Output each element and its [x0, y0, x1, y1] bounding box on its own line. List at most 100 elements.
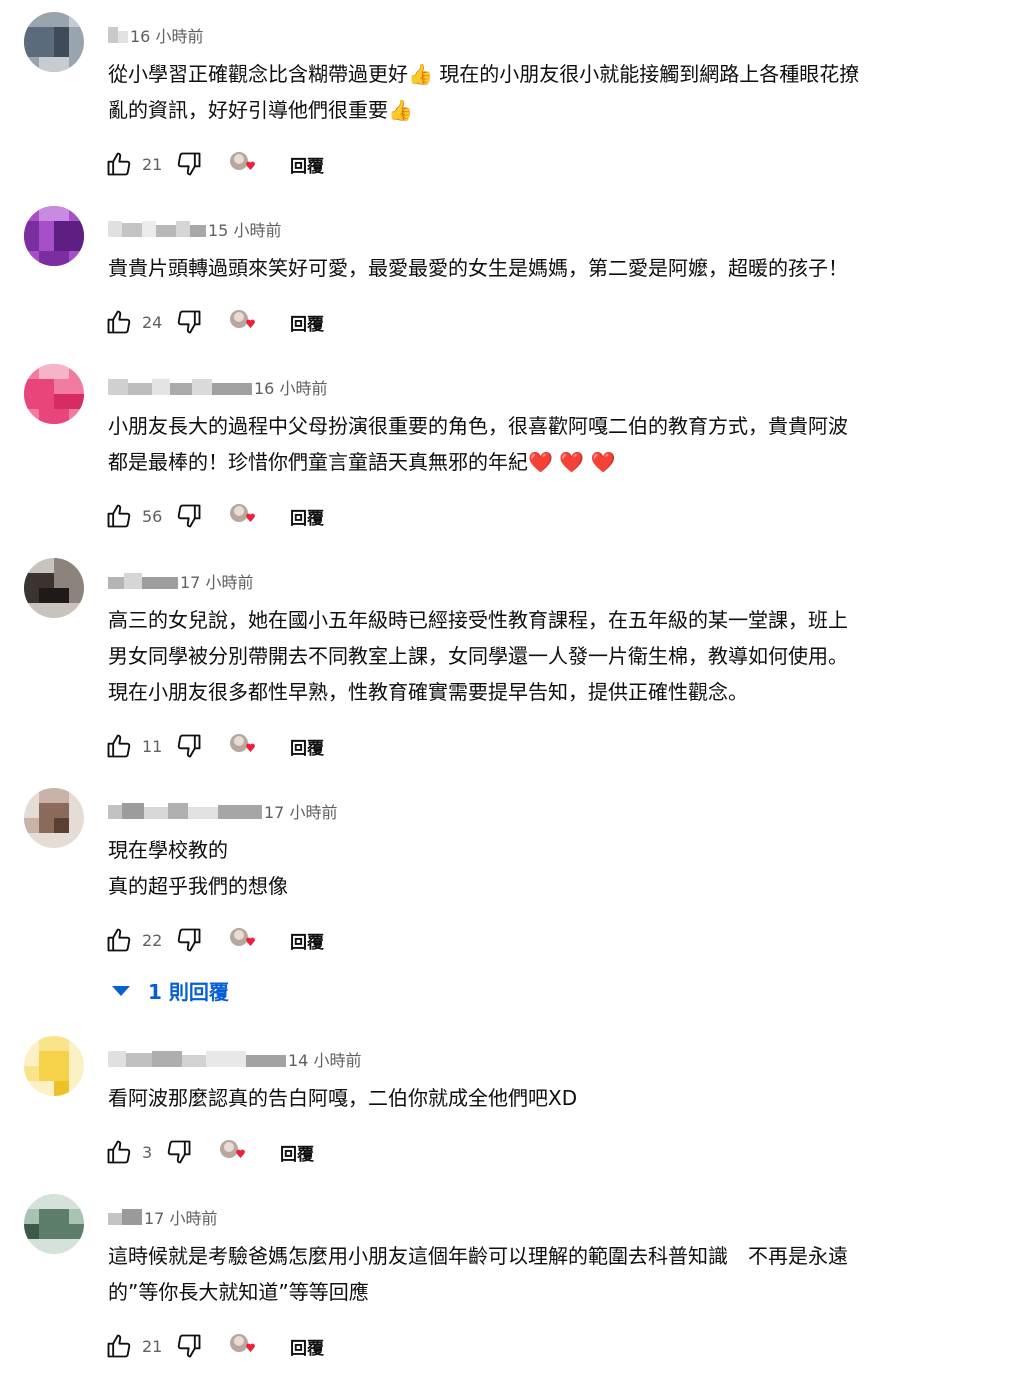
like-count: 21: [142, 1336, 163, 1356]
comment-timestamp[interactable]: 14 小時前: [288, 1047, 361, 1071]
avatar-image: [24, 558, 84, 618]
like-button[interactable]: [104, 731, 134, 761]
comment-line: 看阿波那麼認真的告白阿嘎，二伯你就成全他們吧XD: [108, 1086, 578, 1110]
comment-timestamp[interactable]: 15 小時前: [208, 217, 281, 241]
view-replies-button[interactable]: 1 則回覆: [112, 976, 229, 1005]
comment-timestamp[interactable]: 16 小時前: [130, 23, 203, 47]
thumbs-down-icon: [177, 504, 201, 528]
like-button[interactable]: [104, 149, 134, 179]
comment-header: 14 小時前: [108, 1044, 361, 1074]
creator-heart-icon: [228, 925, 260, 955]
avatar-image: [24, 1194, 84, 1254]
avatar[interactable]: [24, 206, 84, 266]
thumbs-down-icon: [177, 928, 201, 952]
thumbs-up-icon: [107, 310, 131, 334]
reply-button[interactable]: 回覆: [290, 310, 324, 335]
like-button[interactable]: [104, 307, 134, 337]
dislike-button[interactable]: [174, 731, 204, 761]
avatar-image: [24, 206, 84, 266]
comment-line: 的”等你長大就知道”等等回應: [108, 1280, 369, 1304]
reply-button[interactable]: 回覆: [290, 152, 324, 177]
reply-button[interactable]: 回覆: [290, 928, 324, 953]
comment-line: 現在小朋友很多都性早熟，性教育確實需要提早告知，提供正確性觀念。: [108, 680, 748, 704]
comment-line: 這時候就是考驗爸媽怎麼用小朋友這個年齡可以理解的範圍去科普知識 不再是永遠: [108, 1244, 848, 1268]
comment-line: 貴貴片頭轉過頭來笑好可愛，最愛最愛的女生是媽媽，第二愛是阿嬤，超暖的孩子！: [108, 256, 848, 280]
reply-button[interactable]: 回覆: [290, 504, 324, 529]
like-count: 3: [142, 1142, 153, 1162]
author-name-blurred[interactable]: [108, 221, 206, 237]
comment-line: 亂的資訊，好好引導他們很重要👍: [108, 98, 413, 122]
creator-heart-icon: [228, 501, 260, 531]
like-count: 22: [142, 930, 163, 950]
avatar[interactable]: [24, 1194, 84, 1254]
thumbs-up-icon: [107, 504, 131, 528]
thumbs-up-icon: [107, 1140, 131, 1164]
comment-line: 高三的女兒說，她在國小五年級時已經接受性教育課程，在五年級的某一堂課，班上: [108, 608, 848, 632]
chevron-down-icon: [112, 985, 130, 996]
creator-heart-icon: [228, 149, 260, 179]
thumbs-down-icon: [167, 1140, 191, 1164]
comment-line: 現在學校教的: [108, 838, 228, 862]
creator-heart-icon: [228, 731, 260, 761]
author-name-blurred[interactable]: [108, 803, 262, 819]
comment-header: 15 小時前: [108, 214, 281, 244]
comment-text: 從小學習正確觀念比含糊帶過更好👍 現在的小朋友很小就能接觸到網路上各種眼花撩 亂…: [108, 56, 948, 128]
author-name-blurred[interactable]: [108, 1051, 286, 1067]
avatar-image: [24, 12, 84, 72]
reply-button[interactable]: 回覆: [280, 1140, 314, 1165]
thumbs-up-icon: [107, 152, 131, 176]
dislike-button[interactable]: [174, 307, 204, 337]
replies-count-label: 1 則回覆: [148, 980, 229, 1004]
like-button[interactable]: [104, 925, 134, 955]
comment-actions: 3 回覆: [104, 1134, 314, 1170]
avatar-image: [24, 788, 84, 848]
avatar[interactable]: [24, 558, 84, 618]
avatar-image: [24, 1036, 84, 1096]
comment-line: 從小學習正確觀念比含糊帶過更好👍 現在的小朋友很小就能接觸到網路上各種眼花撩: [108, 62, 860, 86]
thumbs-down-icon: [177, 1334, 201, 1358]
author-name-blurred[interactable]: [108, 27, 128, 43]
comment-actions: 56 回覆: [104, 498, 324, 534]
comment-text: 小朋友長大的過程中父母扮演很重要的角色，很喜歡阿嘎二伯的教育方式，貴貴阿波 都是…: [108, 408, 948, 480]
dislike-button[interactable]: [164, 1137, 194, 1167]
dislike-button[interactable]: [174, 1331, 204, 1361]
like-button[interactable]: [104, 501, 134, 531]
thumbs-down-icon: [177, 152, 201, 176]
comment-line: 小朋友長大的過程中父母扮演很重要的角色，很喜歡阿嘎二伯的教育方式，貴貴阿波: [108, 414, 848, 438]
thumbs-down-icon: [177, 734, 201, 758]
creator-heart-icon: [218, 1137, 250, 1167]
comment-line: 男女同學被分別帶開去不同教室上課，女同學還一人發一片衛生棉，教導如何使用。: [108, 644, 848, 668]
dislike-button[interactable]: [174, 501, 204, 531]
comment-header: 16 小時前: [108, 372, 327, 402]
author-name-blurred[interactable]: [108, 1209, 142, 1225]
like-count: 24: [142, 312, 163, 332]
like-button[interactable]: [104, 1137, 134, 1167]
comment-text: 現在學校教的 真的超乎我們的想像: [108, 832, 948, 904]
comment-actions: 21 回覆: [104, 1328, 324, 1364]
comment-header: 17 小時前: [108, 1202, 217, 1232]
like-count: 56: [142, 506, 163, 526]
reply-button[interactable]: 回覆: [290, 1334, 324, 1359]
comment-timestamp[interactable]: 17 小時前: [180, 569, 253, 593]
dislike-button[interactable]: [174, 149, 204, 179]
comment-header: 17 小時前: [108, 566, 253, 596]
reply-button[interactable]: 回覆: [290, 734, 324, 759]
creator-heart-icon: [228, 307, 260, 337]
avatar[interactable]: [24, 788, 84, 848]
author-name-blurred[interactable]: [108, 573, 178, 589]
like-count: 21: [142, 154, 163, 174]
comment-timestamp[interactable]: 17 小時前: [264, 799, 337, 823]
avatar[interactable]: [24, 364, 84, 424]
dislike-button[interactable]: [174, 925, 204, 955]
author-name-blurred[interactable]: [108, 379, 252, 395]
comment-header: 17 小時前: [108, 796, 337, 826]
like-button[interactable]: [104, 1331, 134, 1361]
avatar[interactable]: [24, 12, 84, 72]
thumbs-down-icon: [177, 310, 201, 334]
comment-line: 都是最棒的！珍惜你們童言童語天真無邪的年紀❤️ ❤️ ❤️: [108, 450, 616, 474]
comment-timestamp[interactable]: 16 小時前: [254, 375, 327, 399]
comment-text: 高三的女兒說，她在國小五年級時已經接受性教育課程，在五年級的某一堂課，班上 男女…: [108, 602, 948, 710]
avatar[interactable]: [24, 1036, 84, 1096]
comment-actions: 21 回覆: [104, 146, 324, 182]
comment-timestamp[interactable]: 17 小時前: [144, 1205, 217, 1229]
